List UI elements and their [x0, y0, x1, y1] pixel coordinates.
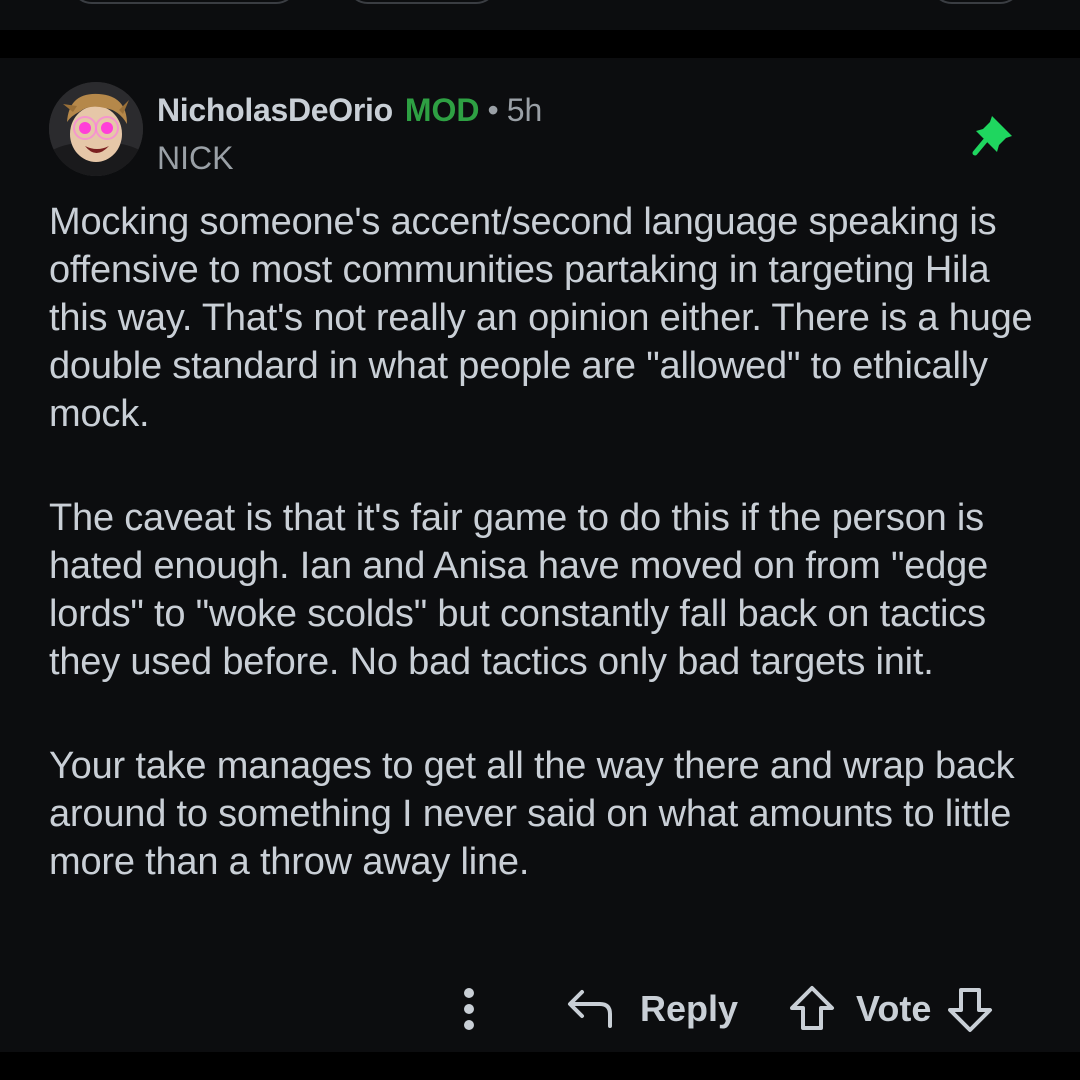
avatar[interactable]	[49, 82, 143, 176]
comment-paragraph: Your take manages to get all the way the…	[49, 745, 1015, 883]
previous-post-action-bar	[0, 0, 1080, 30]
comment-card: NicholasDeOrio MOD • 5h NICK Mocking som…	[0, 58, 1080, 1052]
comment-meta: NicholasDeOrio MOD • 5h	[157, 88, 542, 132]
reply-button[interactable]: Reply	[640, 986, 738, 1032]
user-flair: NICK	[157, 140, 234, 176]
previous-action-pill[interactable]	[70, 0, 298, 4]
comment-paragraph: Mocking someone's accent/second language…	[49, 201, 1033, 435]
comment-paragraph: The caveat is that it's fair game to do …	[49, 497, 989, 683]
vote-count: Vote	[856, 988, 932, 1029]
previous-action-pill[interactable]	[930, 0, 1022, 4]
more-vertical-icon[interactable]	[456, 986, 482, 1032]
meta-separator: •	[487, 92, 499, 128]
downvote-icon[interactable]	[946, 984, 994, 1034]
mod-badge: MOD	[404, 92, 480, 128]
reply-icon[interactable]	[566, 986, 616, 1032]
previous-action-pill[interactable]	[346, 0, 498, 4]
upvote-icon[interactable]	[788, 984, 836, 1034]
comment-body: Mocking someone's accent/second language…	[49, 198, 1039, 942]
timestamp: 5h	[506, 92, 543, 128]
pin-icon	[972, 110, 1018, 156]
comment-action-bar: Reply Vote	[0, 976, 1080, 1038]
username[interactable]: NicholasDeOrio	[157, 88, 393, 132]
